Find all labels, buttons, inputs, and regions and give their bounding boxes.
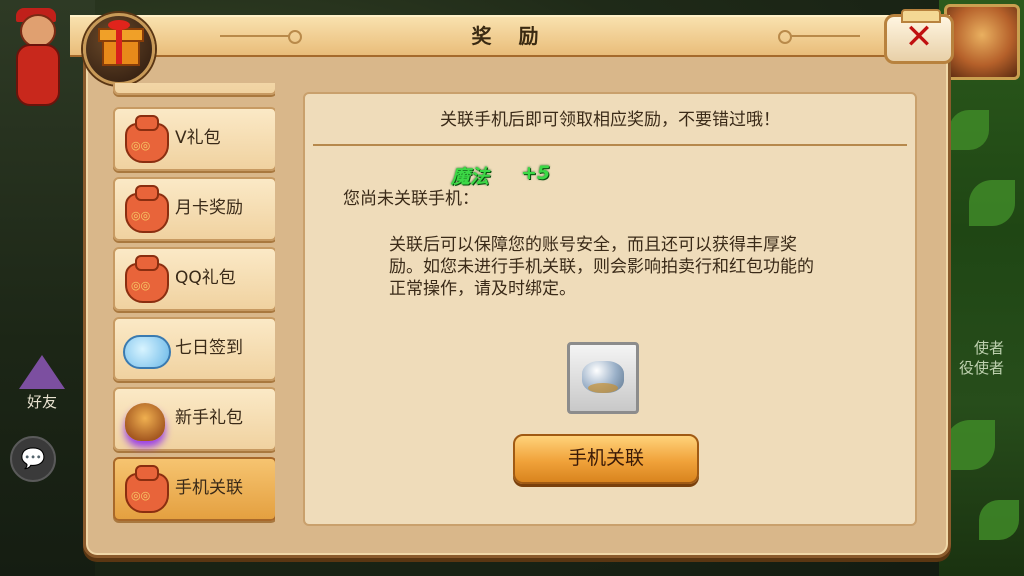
sidebar-item-qq-gift[interactable]: QQ礼包 xyxy=(113,247,275,311)
treasure-icon xyxy=(121,395,169,443)
right-text-line-1: 使者 xyxy=(973,339,1004,357)
sidebar-item-phone-link[interactable]: 手机关联 xyxy=(113,457,275,521)
sidebar-item-newbie-gift[interactable]: 新手礼包 xyxy=(113,387,275,451)
leaf-decoration xyxy=(949,110,989,150)
close-icon: ✕ xyxy=(904,17,934,57)
leaf-decoration xyxy=(979,500,1019,540)
red-bag-icon xyxy=(121,255,169,303)
friend-hat-icon xyxy=(19,355,65,389)
friend-label: 好友 xyxy=(26,393,57,411)
phone-link-button[interactable]: 手机关联 xyxy=(513,434,699,484)
leaf-decoration xyxy=(945,420,995,470)
notice-text: 关联手机后即可领取相应奖励，不要错过哦！ xyxy=(440,110,780,130)
reward-content-area: 关联手机后即可领取相应奖励，不要错过哦！ 魔法 +5 您尚未关联手机： 关联后可… xyxy=(303,92,917,526)
sidebar-item-partial[interactable] xyxy=(113,83,275,95)
sidebar-item-monthly-card[interactable]: 月卡奖励 xyxy=(113,177,275,241)
floating-magic-value: +5 xyxy=(521,162,551,184)
sidebar-item-seven-day-signin[interactable]: 七日签到 xyxy=(113,317,275,381)
reward-item-slot[interactable] xyxy=(567,342,639,414)
divider xyxy=(313,144,907,146)
title-ornament-right xyxy=(778,30,860,44)
red-bag-icon xyxy=(121,185,169,233)
background-right-text: 使者 役使者 xyxy=(959,338,1004,378)
leaf-decoration xyxy=(969,180,1015,226)
reward-category-sidebar[interactable]: V礼包 月卡奖励 QQ礼包 七日签到 新手礼包 手机关联 xyxy=(113,83,275,523)
sidebar-item-v-gift[interactable]: V礼包 xyxy=(113,107,275,171)
red-bag-icon xyxy=(121,115,169,163)
title-bar: 奖 励 xyxy=(70,15,950,57)
sidebar-item-label: QQ礼包 xyxy=(175,268,236,288)
sidebar-item-label: 手机关联 xyxy=(175,478,243,498)
silver-ingot-icon xyxy=(582,361,624,393)
chat-bubble-icon[interactable]: 💬 xyxy=(10,436,56,482)
gift-box-icon xyxy=(83,13,155,85)
sidebar-item-label: 七日签到 xyxy=(175,338,243,358)
character-portrait[interactable] xyxy=(944,4,1020,80)
sidebar-item-label: 新手礼包 xyxy=(175,408,243,428)
red-bag-icon xyxy=(121,465,169,513)
game-background-right xyxy=(939,0,1024,576)
link-status-text: 您尚未关联手机： xyxy=(343,189,479,209)
mascot-character[interactable] xyxy=(10,8,62,106)
friend-button[interactable]: 好友 xyxy=(12,355,72,412)
right-text-line-2: 役使者 xyxy=(958,359,1004,377)
close-button[interactable]: ✕ xyxy=(884,9,954,64)
sidebar-item-label: 月卡奖励 xyxy=(175,198,243,218)
sidebar-item-label: V礼包 xyxy=(175,128,221,148)
blue-cloud-icon xyxy=(121,325,171,373)
link-description: 关联后可以保障您的账号安全，而且还可以获得丰厚奖励。如您未进行手机关联，则会影响… xyxy=(389,235,814,299)
